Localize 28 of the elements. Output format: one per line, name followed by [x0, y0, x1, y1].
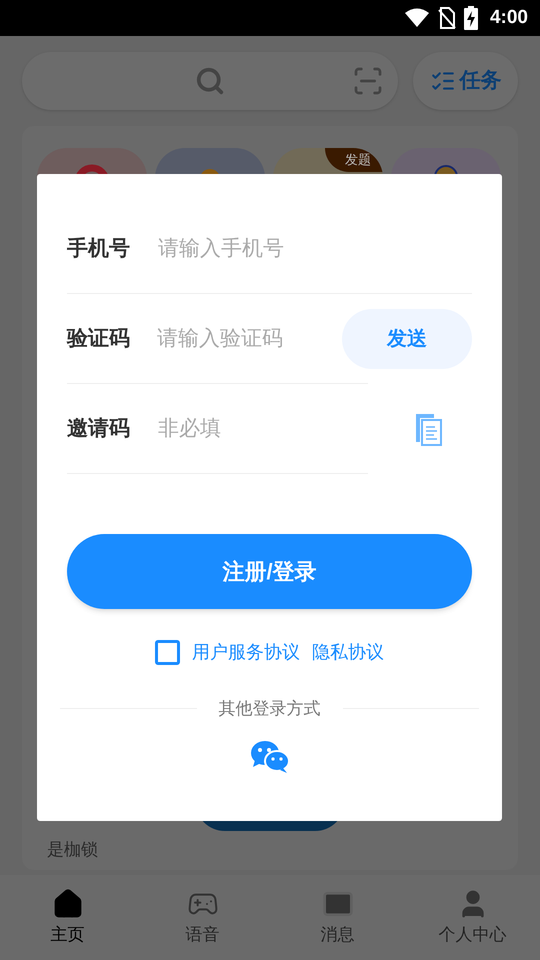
battery-charging-icon — [464, 6, 478, 30]
other-login-label: 其他登录方式 — [218, 698, 322, 720]
agreement-link[interactable]: 用户服务协议 — [192, 639, 300, 666]
clock-time: 4:00 — [490, 6, 528, 30]
input-field[interactable]: 请输入验证码 — [157, 323, 342, 355]
nav-tab[interactable]: 个人中心 — [405, 875, 540, 960]
card-text: 是枷锁 — [47, 838, 99, 860]
no-sim-icon — [438, 7, 456, 29]
field-label: 手机号 — [67, 236, 131, 262]
wechat-icon[interactable] — [250, 740, 290, 774]
input-field[interactable]: 非必填 — [158, 413, 343, 445]
field-label: 邀请码 — [67, 416, 131, 442]
tile-badge: 发题 — [325, 148, 383, 172]
field-label: 验证码 — [67, 326, 131, 352]
wifi-icon — [404, 8, 430, 28]
send-button[interactable]: 发送 — [342, 309, 472, 369]
register-login-button[interactable]: 注册/登录 — [67, 534, 472, 609]
scan-icon[interactable] — [352, 65, 384, 97]
home-icon — [52, 888, 84, 920]
agreement-link[interactable]: 隐私协议 — [312, 639, 384, 666]
nav-tab[interactable]: 主页 — [0, 875, 135, 960]
agreement-checkbox[interactable] — [155, 640, 180, 665]
task-button[interactable]: 任务 — [413, 52, 518, 110]
nav-tab[interactable]: 语音 — [135, 875, 270, 960]
paste-icon[interactable] — [415, 412, 442, 446]
search-icon — [195, 66, 225, 96]
input-field[interactable]: 请输入手机号 — [158, 233, 343, 265]
nav-tab[interactable]: 消息 — [270, 875, 405, 960]
